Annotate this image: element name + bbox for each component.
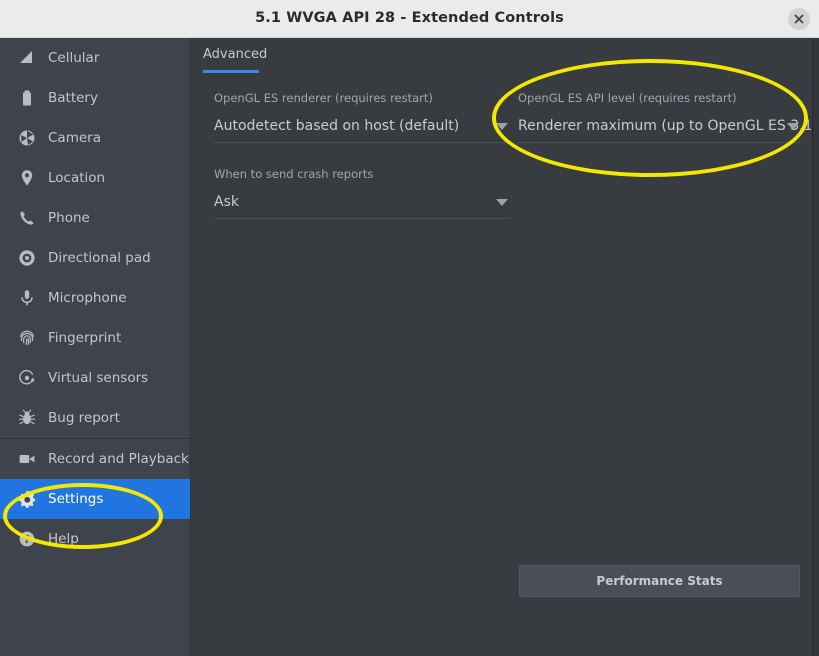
sidebar-item-label: Cellular [48, 50, 100, 66]
sidebar-item-label: Settings [48, 491, 104, 507]
tab-bar: Advanced [192, 38, 812, 73]
chevron-down-icon [496, 199, 508, 206]
sidebar-item-microphone[interactable]: Microphone [0, 278, 190, 318]
sidebar-item-label: Battery [48, 90, 98, 106]
sidebar-item-directional-pad[interactable]: Directional pad [0, 238, 190, 278]
microphone-icon [17, 288, 37, 308]
sidebar-item-record-and-playback[interactable]: Record and Playback [0, 439, 190, 479]
opengl-api-level-dropdown[interactable]: Renderer maximum (up to OpenGL ES 3.1) [518, 114, 812, 143]
sidebar-item-phone[interactable]: Phone [0, 198, 190, 238]
sidebar-item-virtual-sensors[interactable]: Virtual sensors [0, 358, 190, 398]
chevron-down-icon [496, 123, 508, 130]
sidebar-item-fingerprint[interactable]: Fingerprint [0, 318, 190, 358]
opengl-api-level-value: Renderer maximum (up to OpenGL ES 3.1) [518, 118, 812, 134]
field-opengl-es-renderer: OpenGL ES renderer (requires restart) Au… [214, 91, 510, 143]
sidebar-item-label: Directional pad [48, 250, 151, 266]
opengl-api-level-label: OpenGL ES API level (requires restart) [518, 91, 737, 105]
sidebar-item-help[interactable]: ? Help [0, 519, 190, 559]
sidebar-item-label: Camera [48, 130, 101, 146]
crash-reports-dropdown[interactable]: Ask [214, 190, 510, 219]
performance-stats-button[interactable]: Performance Stats [519, 565, 800, 597]
sidebar-item-camera[interactable]: Camera [0, 118, 190, 158]
bug-icon [17, 408, 37, 428]
sidebar-item-label: Location [48, 170, 106, 186]
dpad-icon [17, 248, 37, 268]
tab-advanced[interactable]: Advanced [203, 47, 267, 71]
virtual-sensors-icon [17, 368, 37, 388]
sidebar-item-label: Fingerprint [48, 330, 122, 346]
crash-reports-label: When to send crash reports [214, 167, 374, 181]
sidebar-item-label: Record and Playback [48, 451, 189, 467]
sidebar-item-label: Phone [48, 210, 90, 226]
extended-controls-window: 5.1 WVGA API 28 - Extended Controls Cell… [0, 0, 819, 656]
phone-handset-icon [17, 208, 37, 228]
title-bar: 5.1 WVGA API 28 - Extended Controls [0, 0, 819, 38]
battery-icon [17, 88, 37, 108]
window-title: 5.1 WVGA API 28 - Extended Controls [255, 10, 564, 26]
sidebar-item-settings[interactable]: Settings [0, 479, 190, 519]
main-panel: Advanced OpenGL ES renderer (requires re… [192, 38, 812, 656]
fingerprint-icon [17, 328, 37, 348]
gear-icon [17, 489, 37, 509]
sidebar-item-label: Virtual sensors [48, 370, 149, 386]
signal-bars-icon [17, 48, 37, 68]
sidebar-nav: Cellular Battery Camera Location Phone Direct… [0, 38, 191, 656]
svg-text:?: ? [24, 534, 30, 546]
opengl-renderer-dropdown[interactable]: Autodetect based on host (default) [214, 114, 510, 143]
sidebar-item-cellular[interactable]: Cellular [0, 38, 190, 78]
close-icon [794, 14, 804, 24]
window-right-edge [812, 38, 819, 656]
sidebar-item-bug-report[interactable]: Bug report [0, 398, 190, 438]
camera-aperture-icon [17, 128, 37, 148]
crash-reports-value: Ask [214, 194, 239, 210]
opengl-renderer-value: Autodetect based on host (default) [214, 118, 460, 134]
field-opengl-es-api-level: OpenGL ES API level (requires restart) R… [518, 91, 812, 143]
chevron-down-icon [787, 123, 799, 130]
video-camera-icon [17, 449, 37, 469]
question-circle-icon: ? [17, 529, 37, 549]
sidebar-item-location[interactable]: Location [0, 158, 190, 198]
sidebar-item-label: Microphone [48, 290, 127, 306]
tab-active-indicator [203, 70, 259, 73]
opengl-renderer-label: OpenGL ES renderer (requires restart) [214, 91, 433, 105]
sidebar-item-battery[interactable]: Battery [0, 78, 190, 118]
close-button[interactable] [788, 8, 810, 30]
map-pin-icon [17, 168, 37, 188]
sidebar-item-label: Help [48, 531, 79, 547]
sidebar-item-label: Bug report [48, 410, 120, 426]
field-crash-reports: When to send crash reports Ask [214, 167, 510, 219]
